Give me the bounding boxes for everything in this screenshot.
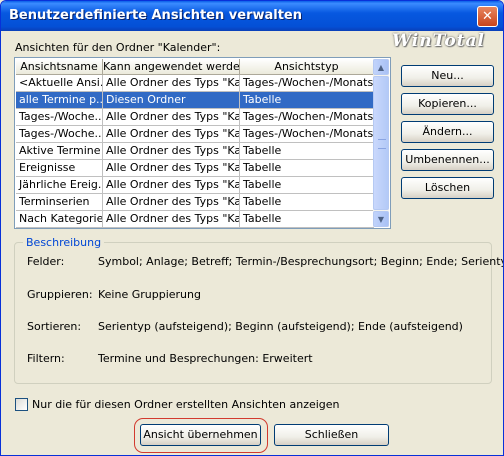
view-cell: Alle Ordner des Typs "Ka... — [103, 109, 240, 126]
delete-button[interactable]: Löschen — [401, 177, 494, 199]
view-cell: Alle Ordner des Typs "Ka... — [103, 143, 240, 160]
rename-button-label: Umbenennen... — [405, 153, 490, 166]
apply-view-button[interactable]: Ansicht übernehmen — [140, 424, 261, 446]
listview-rows: <Aktuelle Ansi... Alle Ordner des Typs "K… — [16, 75, 374, 228]
column-header-applies-to[interactable]: Kann angewendet werde... — [103, 59, 240, 75]
modify-button-label: Ändern... — [422, 125, 473, 138]
fields-value: Symbol; Anlage; Betreff; Termin-/Besprec… — [98, 255, 504, 268]
filter-value: Termine und Besprechungen: Erweitert — [98, 352, 313, 365]
view-cell: <Aktuelle Ansi... — [16, 75, 103, 92]
view-row[interactable]: Jährliche Ereig... Alle Ordner des Typs "… — [16, 177, 374, 194]
copy-button-label: Kopieren... — [418, 97, 477, 110]
view-cell: Tages-/Woche... — [16, 109, 103, 126]
title-bar[interactable]: Benutzerdefinierte Ansichten verwalten ✕ — [1, 1, 503, 31]
fields-label: Felder: — [27, 255, 65, 268]
delete-button-label: Löschen — [424, 181, 471, 194]
view-row[interactable]: Terminserien Alle Ordner des Typs "Ka... T… — [16, 194, 374, 211]
view-row[interactable]: alle Termine p... Diesen Ordner Tabelle — [16, 92, 374, 109]
view-cell: Tabelle — [240, 211, 374, 228]
watermark-logo: WinTotal — [392, 31, 485, 51]
listview-header: Ansichtsname Kann angewendet werde... An… — [16, 59, 374, 75]
view-cell: Tabelle — [240, 143, 374, 160]
chevron-down-icon: ▼ — [377, 215, 385, 224]
scroll-down-button[interactable]: ▼ — [373, 211, 389, 227]
new-button[interactable]: Neu... — [401, 65, 494, 87]
vertical-scrollbar[interactable]: ▲ ▼ — [373, 59, 389, 227]
view-cell: Tages-/Wochen-/Monats... — [240, 126, 374, 143]
view-cell: Alle Ordner des Typs "Ka... — [103, 126, 240, 143]
view-row[interactable]: Tages-/Woche... Alle Ordner des Typs "Ka.… — [16, 109, 374, 126]
view-cell: Jährliche Ereig... — [16, 177, 103, 194]
column-header-type[interactable]: Ansichtstyp — [240, 59, 374, 75]
view-cell: Terminserien — [16, 194, 103, 211]
close-window-button[interactable]: ✕ — [477, 6, 498, 27]
sorting-value: Serientyp (aufsteigend); Beginn (aufstei… — [98, 320, 463, 333]
close-button[interactable]: Schließen — [274, 424, 389, 446]
grouping-value: Keine Gruppierung — [98, 288, 201, 301]
rename-button[interactable]: Umbenennen... — [401, 149, 494, 171]
view-cell: Diesen Ordner — [103, 92, 240, 109]
view-cell: Ereignisse — [16, 160, 103, 177]
own-views-only-label[interactable]: Nur die für diesen Ordner erstellten Ans… — [32, 398, 340, 411]
view-cell: Alle Ordner des Typs "Ka... — [103, 211, 240, 228]
view-cell: Nach Kategorie — [16, 211, 103, 228]
views-list-label: Ansichten für den Ordner "Kalender": — [15, 41, 221, 54]
view-cell: Tabelle — [240, 177, 374, 194]
view-row[interactable]: Aktive Termine Alle Ordner des Typs "Ka..… — [16, 143, 374, 160]
apply-view-button-label: Ansicht übernehmen — [143, 428, 258, 441]
view-row[interactable]: Nach Kategorie Alle Ordner des Typs "Ka..… — [16, 211, 374, 228]
grip-icon — [378, 139, 386, 149]
close-button-label: Schließen — [304, 428, 359, 441]
view-row[interactable]: Tages-/Woche... Alle Ordner des Typs "Ka.… — [16, 126, 374, 143]
column-header-name[interactable]: Ansichtsname — [16, 59, 103, 75]
view-cell: Tages-/Woche... — [16, 126, 103, 143]
view-cell: alle Termine p... — [16, 92, 103, 109]
view-cell: Tabelle — [240, 92, 374, 109]
scroll-up-button[interactable]: ▲ — [373, 59, 389, 75]
copy-button[interactable]: Kopieren... — [401, 93, 494, 115]
filter-label: Filtern: — [27, 352, 65, 365]
description-title: Beschreibung — [23, 236, 105, 249]
chevron-up-icon: ▲ — [377, 63, 385, 72]
new-button-label: Neu... — [431, 69, 464, 82]
view-cell: Aktive Termine — [16, 143, 103, 160]
window-title: Benutzerdefinierte Ansichten verwalten — [9, 8, 303, 23]
view-cell: Alle Ordner des Typs "Ka... — [103, 160, 240, 177]
view-row[interactable]: <Aktuelle Ansi... Alle Ordner des Typs "K… — [16, 75, 374, 92]
view-cell: Tages-/Wochen-/Monats... — [240, 75, 374, 92]
sorting-label: Sortieren: — [27, 320, 82, 333]
view-cell: Alle Ordner des Typs "Ka... — [103, 75, 240, 92]
scroll-thumb[interactable] — [373, 76, 389, 210]
view-cell: Alle Ordner des Typs "Ka... — [103, 194, 240, 211]
view-row[interactable]: Ereignisse Alle Ordner des Typs "Ka... Tab… — [16, 160, 374, 177]
view-cell: Tages-/Wochen-/Monats... — [240, 109, 374, 126]
grouping-label: Gruppieren: — [27, 288, 93, 301]
modify-button[interactable]: Ändern... — [401, 121, 494, 143]
dialog-window: Benutzerdefinierte Ansichten verwalten ✕… — [0, 0, 504, 456]
views-listview[interactable]: Ansichtsname Kann angewendet werde... An… — [14, 57, 391, 229]
own-views-only-checkbox[interactable] — [15, 398, 28, 411]
view-cell: Tabelle — [240, 194, 374, 211]
view-cell: Alle Ordner des Typs "Ka... — [103, 177, 240, 194]
view-cell: Tabelle — [240, 160, 374, 177]
